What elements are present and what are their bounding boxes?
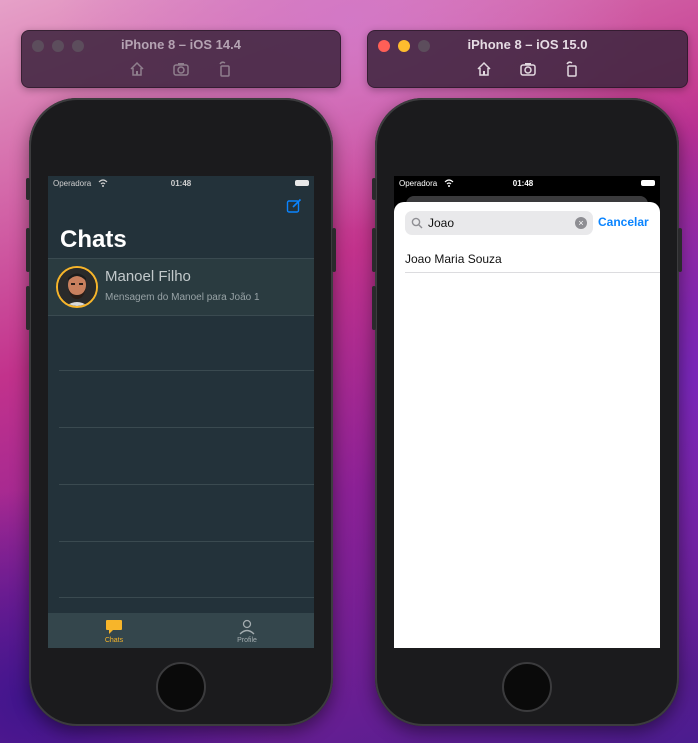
left-app-screen: Operadora 01:48 Chats Manoel Filho Mensa… <box>48 176 314 648</box>
home-icon[interactable] <box>128 60 146 78</box>
status-time: 01:48 <box>512 179 534 188</box>
volume-down-button <box>372 286 376 330</box>
battery-icon <box>295 180 309 186</box>
rotate-icon[interactable] <box>563 60 581 78</box>
search-value: Joao <box>428 216 455 230</box>
list-separator <box>59 484 314 485</box>
right-app-screen: Operadora 01:48 Joao × Cancelar Joao Mar… <box>394 176 660 648</box>
status-bar: Operadora 01:48 <box>48 176 314 190</box>
list-separator <box>59 541 314 542</box>
right-phone-frame: Operadora 01:48 Joao × Cancelar Joao Mar… <box>372 98 682 726</box>
cancel-button[interactable]: Cancelar <box>598 215 649 229</box>
compose-icon[interactable] <box>286 198 302 214</box>
power-button <box>678 228 682 272</box>
screenshot-icon[interactable] <box>519 60 537 78</box>
home-icon[interactable] <box>475 60 493 78</box>
search-result-item[interactable]: Joao Maria Souza <box>405 252 502 266</box>
list-separator <box>59 370 314 371</box>
left-simulator-toolbar: iPhone 8 – iOS 14.4 <box>21 30 341 88</box>
search-input[interactable]: Joao × <box>405 211 593 235</box>
tab-label: Chats <box>104 637 124 644</box>
battery-icon <box>641 180 655 186</box>
avatar <box>56 266 98 308</box>
person-icon <box>239 619 255 635</box>
list-separator <box>59 597 314 598</box>
avatar-face-icon <box>58 268 96 306</box>
chat-last-message: Mensagem do Manoel para João 1 <box>105 292 260 303</box>
search-sheet: Joao × Cancelar Joao Maria Souza <box>394 202 660 648</box>
volume-up-button <box>372 228 376 272</box>
right-simulator-toolbar: iPhone 8 – iOS 15.0 <box>367 30 688 88</box>
chat-bubble-icon <box>106 620 122 634</box>
list-separator <box>59 427 314 428</box>
home-button[interactable] <box>156 662 206 712</box>
clear-icon[interactable]: × <box>575 217 587 229</box>
volume-down-button <box>26 286 30 330</box>
status-time: 01:48 <box>170 179 192 188</box>
chat-list-item[interactable]: Manoel Filho Mensagem do Manoel para Joã… <box>48 258 314 316</box>
volume-up-button <box>26 228 30 272</box>
status-bar: Operadora 01:48 <box>394 176 660 190</box>
chat-contact-name: Manoel Filho <box>105 268 191 285</box>
tab-label: Profile <box>237 637 257 644</box>
tab-chats[interactable]: Chats <box>84 619 144 644</box>
home-button[interactable] <box>502 662 552 712</box>
page-title: Chats <box>60 226 127 253</box>
screenshot-icon[interactable] <box>172 60 190 78</box>
silent-switch <box>372 178 376 200</box>
power-button <box>332 228 336 272</box>
left-phone-frame: Operadora 01:48 Chats Manoel Filho Mensa… <box>26 98 336 726</box>
search-icon <box>411 217 423 229</box>
simulator-title: iPhone 8 – iOS 15.0 <box>467 37 588 52</box>
silent-switch <box>26 178 30 200</box>
tab-bar: Chats Profile <box>48 613 314 648</box>
simulator-title: iPhone 8 – iOS 14.4 <box>121 37 241 52</box>
list-separator <box>405 272 660 273</box>
tab-profile[interactable]: Profile <box>217 619 277 644</box>
rotate-icon[interactable] <box>216 60 234 78</box>
